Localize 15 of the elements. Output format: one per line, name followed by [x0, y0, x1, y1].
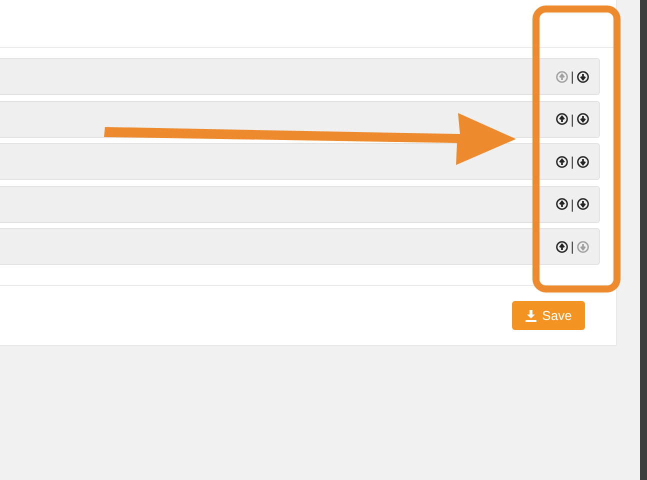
- separator-text: |: [570, 198, 574, 210]
- move-up-icon[interactable]: [556, 113, 568, 125]
- separator-text: |: [570, 112, 574, 126]
- separator-text: |: [570, 70, 574, 83]
- move-down-icon[interactable]: [577, 113, 589, 125]
- separator-text: |: [570, 155, 574, 168]
- move-down-icon[interactable]: [577, 198, 589, 210]
- move-up-icon[interactable]: [556, 240, 568, 252]
- separator-text: |: [570, 240, 574, 253]
- move-up-icon[interactable]: [556, 156, 568, 168]
- download-icon: [525, 310, 538, 322]
- move-down-icon[interactable]: [577, 156, 589, 168]
- save-button[interactable]: Save: [512, 301, 585, 330]
- move-up-icon[interactable]: [556, 198, 568, 210]
- move-down-icon[interactable]: [577, 70, 589, 82]
